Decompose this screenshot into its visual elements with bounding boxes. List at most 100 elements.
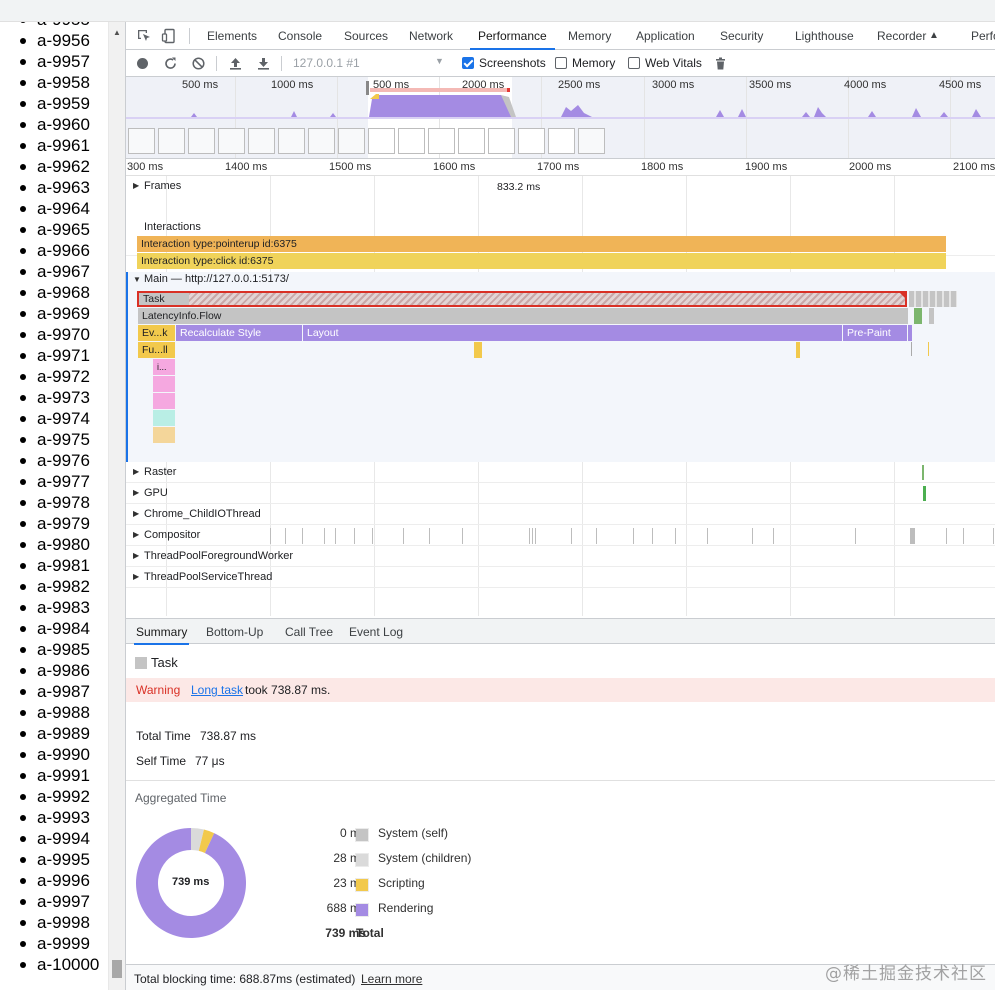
self-time-value: 77 μs (195, 754, 225, 768)
gpu-event (923, 486, 926, 501)
memory-checkbox[interactable] (555, 57, 567, 69)
task-bar-small[interactable] (909, 291, 957, 307)
page-scroll-thumb[interactable] (112, 960, 122, 978)
scroll-up-arrow-icon[interactable]: ▲ (113, 28, 121, 37)
trash-icon[interactable] (713, 56, 728, 71)
bullet-icon (20, 184, 26, 191)
legend-row: 23 ms Scripting (286, 876, 546, 896)
long-task-bar[interactable]: Task (137, 291, 907, 307)
tabbar-divider (189, 28, 190, 44)
screenshot-thumb[interactable] (218, 128, 245, 154)
small-call-bar[interactable] (153, 410, 175, 426)
list-item-label: a-9983 (37, 597, 90, 617)
pre-paint-bar[interactable]: Pre-Paint (843, 325, 907, 341)
tab-security[interactable]: Security (720, 22, 763, 49)
expand-arrow-icon[interactable]: ▶ (133, 572, 139, 581)
small-call-bar[interactable] (153, 376, 175, 392)
memory-label: Memory (572, 56, 616, 70)
expand-arrow-icon[interactable]: ▶ (133, 488, 139, 497)
screenshot-thumb[interactable] (548, 128, 575, 154)
target-select[interactable]: 127.0.0.1 #1 (293, 56, 360, 70)
tab-console[interactable]: Console (278, 22, 322, 49)
tab-elements[interactable]: Elements (207, 22, 257, 49)
collapse-arrow-icon[interactable]: ▼ (133, 275, 141, 284)
screenshot-thumb[interactable] (188, 128, 215, 154)
screenshot-thumb[interactable] (458, 128, 485, 154)
expand-arrow-icon[interactable]: ▶ (133, 551, 139, 560)
childio-track[interactable]: ▶ Chrome_ChildIOThread (126, 504, 995, 525)
interaction-click-bar[interactable]: Interaction type:click id:6375 (137, 253, 946, 269)
tab-summary[interactable]: Summary (133, 619, 190, 645)
screenshot-thumb[interactable] (578, 128, 605, 154)
expand-arrow-icon[interactable]: ▶ (133, 467, 139, 476)
green-event-bar[interactable] (914, 308, 922, 324)
screenshot-thumb[interactable] (128, 128, 155, 154)
screenshot-thumb[interactable] (248, 128, 275, 154)
dropdown-arrow-icon[interactable]: ▼ (435, 56, 444, 66)
tab-recorder[interactable]: Recorder (877, 22, 926, 49)
small-event-bar[interactable] (929, 308, 934, 324)
flame-chart[interactable]: ▶ Frames 833.2 ms Interactions Interacti… (126, 176, 995, 616)
screenshot-thumb[interactable] (338, 128, 365, 154)
tab-call-tree[interactable]: Call Tree (285, 619, 333, 644)
screenshot-thumb[interactable] (278, 128, 305, 154)
learn-more-link[interactable]: Learn more (361, 972, 422, 986)
timeline-overview[interactable]: 500 ms 1000 ms 500 ms 2000 ms 2500 ms 30… (126, 77, 995, 159)
screenshot-thumb[interactable] (428, 128, 455, 154)
interaction-pointerup-bar[interactable]: Interaction type:pointerup id:6375 (137, 236, 946, 252)
layout-bar[interactable]: Layout (303, 325, 842, 341)
list-item: a-9967 (0, 261, 90, 282)
tab-performance[interactable]: Performance (470, 22, 555, 50)
upload-icon[interactable] (228, 56, 243, 71)
download-icon[interactable] (256, 56, 271, 71)
tab-application[interactable]: Application (636, 22, 695, 49)
tab-event-log[interactable]: Event Log (349, 619, 403, 644)
tab-memory[interactable]: Memory (568, 22, 611, 49)
tab-performance-insights[interactable]: Perfo (971, 22, 995, 49)
tab-bottom-up[interactable]: Bottom-Up (206, 619, 263, 644)
function-call-small-bar[interactable] (474, 342, 482, 358)
raster-track[interactable]: ▶ Raster (126, 462, 995, 483)
bullet-icon (20, 751, 26, 758)
web-vitals-checkbox[interactable] (628, 57, 640, 69)
aggregated-time-label: Aggregated Time (135, 791, 227, 805)
event-bar[interactable]: Ev...k (138, 325, 175, 341)
page-scrollbar[interactable]: ▲ (108, 22, 125, 990)
paint-bar-small[interactable] (908, 325, 912, 341)
function-call-bar[interactable]: Fu...ll (138, 342, 175, 358)
gpu-track[interactable]: ▶ GPU (126, 483, 995, 504)
small-call-bar[interactable] (153, 427, 175, 443)
tab-sources[interactable]: Sources (344, 22, 388, 49)
foreground-worker-track[interactable]: ▶ ThreadPoolForegroundWorker (126, 546, 995, 567)
screenshot-thumb[interactable] (158, 128, 185, 154)
list-item: a-9973 (0, 387, 90, 408)
ruler-tick: 300 ms (127, 161, 164, 173)
latency-info-bar[interactable]: LatencyInfo.Flow (138, 308, 908, 324)
screenshot-thumb[interactable] (518, 128, 545, 154)
screenshot-thumb[interactable] (398, 128, 425, 154)
screenshots-checkbox[interactable] (462, 57, 474, 69)
tab-lighthouse[interactable]: Lighthouse (795, 22, 854, 49)
expand-arrow-icon[interactable]: ▶ (133, 509, 139, 518)
bullet-icon (20, 331, 26, 338)
record-icon[interactable] (135, 56, 150, 71)
service-thread-track[interactable]: ▶ ThreadPoolServiceThread (126, 567, 995, 588)
tab-network[interactable]: Network (409, 22, 453, 49)
screenshot-thumb[interactable] (308, 128, 335, 154)
warning-row: Warning Long task took 738.87 ms. (126, 678, 995, 702)
reload-record-icon[interactable] (163, 56, 178, 71)
expand-arrow-icon[interactable]: ▶ (133, 181, 139, 190)
function-call-small-bar[interactable] (796, 342, 800, 358)
device-toolbar-icon[interactable] (161, 28, 177, 44)
screenshot-thumb[interactable] (488, 128, 515, 154)
small-call-bar[interactable] (153, 393, 175, 409)
small-call-bar[interactable]: i... (153, 359, 175, 375)
screenshot-thumb[interactable] (368, 128, 395, 154)
clear-icon[interactable] (191, 56, 206, 71)
frames-track[interactable]: ▶ Frames 833.2 ms (126, 176, 995, 198)
recalculate-style-bar[interactable]: Recalculate Style (176, 325, 302, 341)
compositor-track[interactable]: ▶ Compositor (126, 525, 995, 546)
inspect-element-icon[interactable] (136, 28, 152, 44)
expand-arrow-icon[interactable]: ▶ (133, 530, 139, 539)
long-task-link[interactable]: Long task (191, 683, 243, 697)
